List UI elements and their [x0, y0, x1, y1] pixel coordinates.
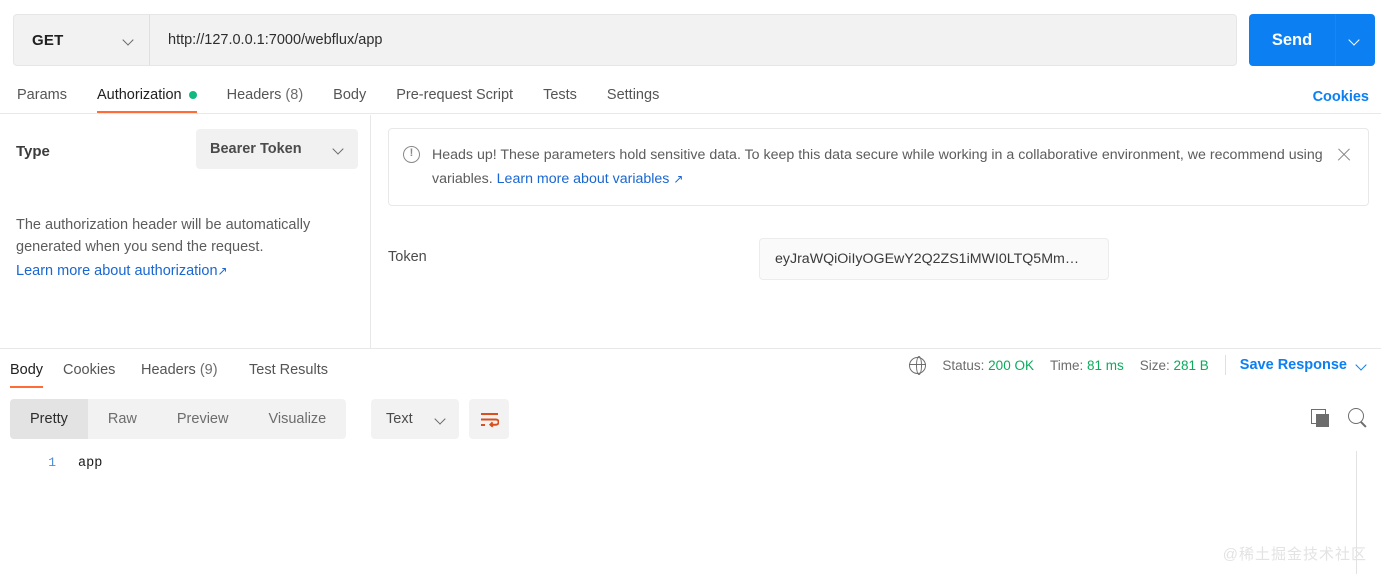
code-line: 1 app — [0, 455, 102, 471]
copy-icon[interactable] — [1311, 408, 1330, 428]
learn-more-authorization-link[interactable]: Learn more about authorization↗ — [16, 260, 228, 282]
tab-pre-request-script[interactable]: Pre-request Script — [381, 77, 528, 113]
tab-label: Cookies — [63, 362, 116, 378]
time-value: 81 ms — [1086, 357, 1124, 373]
response-status-group: Status: 200 OK Time: 81 ms Size: 281 B S… — [909, 355, 1368, 376]
status-dot-icon — [188, 91, 197, 99]
status-badge: Status: 200 OK — [942, 358, 1034, 373]
auth-type-value: Bearer Token — [210, 141, 302, 157]
response-tab-bar: Body Cookies Headers (9) Test Results St… — [0, 352, 1381, 388]
search-icon[interactable] — [1348, 408, 1368, 428]
word-wrap-toggle[interactable] — [469, 399, 509, 439]
save-response-label: Save Response — [1239, 357, 1347, 373]
line-number: 1 — [48, 455, 56, 470]
tab-label: Settings — [606, 87, 660, 103]
chevron-down-icon — [124, 35, 135, 46]
word-wrap-icon — [480, 412, 499, 428]
token-input[interactable]: eyJraWQiOiIyOGEwY2Q2ZS1iMWI0LTQ5Mm… — [759, 238, 1109, 280]
request-url-input[interactable]: http://127.0.0.1:7000/webflux/app — [150, 15, 1236, 65]
response-view-segmented-control: Pretty Raw Preview Visualize — [10, 399, 347, 439]
auth-type-label: Type — [16, 143, 50, 160]
view-pretty-button[interactable]: Pretty — [10, 399, 88, 439]
banner-message: Heads up! These parameters hold sensitiv… — [432, 143, 1334, 191]
size-label: Size: — [1139, 357, 1170, 373]
view-visualize-button[interactable]: Visualize — [248, 399, 346, 439]
close-icon[interactable] — [1334, 145, 1354, 165]
tab-label: Tests — [543, 87, 577, 103]
status-value: 200 OK — [988, 357, 1034, 373]
tab-headers[interactable]: Headers (8) — [212, 77, 319, 113]
view-raw-button[interactable]: Raw — [88, 399, 157, 439]
authorization-type-section: Type Bearer Token The authorization head… — [0, 115, 370, 348]
postman-request-response-view: GET http://127.0.0.1:7000/webflux/app Se… — [0, 0, 1381, 574]
tab-label: Body — [333, 87, 367, 103]
http-method-select[interactable]: GET — [14, 15, 150, 65]
http-method-label: GET — [32, 31, 64, 49]
size-value: 281 B — [1173, 357, 1209, 373]
tab-badge: (8) — [285, 87, 304, 103]
learn-more-variables-link[interactable]: Learn more about variables ↗ — [497, 171, 684, 187]
tab-label: Authorization — [96, 87, 182, 103]
external-link-icon: ↗ — [217, 264, 228, 278]
section-horizontal-divider — [0, 348, 1381, 349]
external-link-icon: ↗ — [673, 172, 684, 186]
auth-type-select[interactable]: Bearer Token — [196, 129, 358, 169]
status-divider — [1224, 355, 1226, 375]
token-label: Token — [388, 249, 427, 265]
chevron-down-icon — [1357, 360, 1368, 371]
tab-badge: (9) — [199, 362, 218, 378]
save-response-button[interactable]: Save Response — [1240, 357, 1368, 373]
cookies-link[interactable]: Cookies — [1313, 89, 1369, 105]
chevron-down-icon — [1350, 35, 1361, 46]
watermark: @稀土掘金技术社区 — [1222, 546, 1367, 563]
sensitive-data-banner: Heads up! These parameters hold sensitiv… — [388, 128, 1369, 206]
alert-circle-icon — [403, 145, 420, 163]
time-badge: Time: 81 ms — [1050, 358, 1124, 373]
time-label: Time: — [1049, 357, 1084, 373]
status-label: Status: — [942, 357, 985, 373]
view-preview-button[interactable]: Preview — [157, 399, 249, 439]
globe-icon — [909, 356, 927, 376]
response-tab-body[interactable]: Body — [10, 352, 44, 388]
request-tab-bar: Params Authorization Headers (8) Body Pr… — [0, 78, 1381, 114]
send-button[interactable]: Send — [1249, 14, 1336, 66]
tab-authorization[interactable]: Authorization — [82, 77, 212, 113]
response-tab-cookies[interactable]: Cookies — [63, 352, 115, 388]
tab-label: Test Results — [249, 362, 328, 378]
tab-body[interactable]: Body — [318, 77, 381, 113]
response-format-value: Text — [386, 411, 413, 427]
tab-label: Headers — [141, 362, 196, 378]
tab-label: Params — [17, 87, 67, 103]
tab-params[interactable]: Params — [2, 77, 82, 113]
auth-description: The authorization header will be automat… — [16, 214, 352, 282]
line-text: app — [78, 456, 103, 471]
learn-more-authorization-label: Learn more about authorization — [16, 263, 218, 279]
auth-type-row: Type Bearer Token — [16, 129, 358, 169]
tab-tests[interactable]: Tests — [528, 77, 592, 113]
request-url-bar: GET http://127.0.0.1:7000/webflux/app — [13, 14, 1237, 66]
tab-label: Body — [10, 362, 44, 378]
auth-description-text: The authorization header will be automat… — [16, 217, 311, 255]
response-tab-test-results[interactable]: Test Results — [249, 352, 328, 388]
tab-label: Pre-request Script — [396, 87, 514, 103]
send-options-button[interactable] — [1336, 14, 1375, 66]
response-format-select[interactable]: Text — [371, 399, 459, 439]
token-row: Token eyJraWQiOiIyOGEwY2Q2ZS1iMWI0LTQ5Mm… — [388, 238, 1369, 280]
response-tab-headers[interactable]: Headers (9) — [141, 352, 218, 388]
tab-settings[interactable]: Settings — [592, 77, 674, 113]
chevron-down-icon — [436, 414, 447, 425]
body-actions — [1311, 408, 1368, 428]
send-button-group: Send — [1249, 14, 1375, 66]
chevron-down-icon — [334, 144, 345, 155]
panel-vertical-divider — [370, 115, 371, 348]
response-body-content[interactable]: 1 app — [0, 443, 1381, 574]
response-body-toolbar: Pretty Raw Preview Visualize Text — [0, 399, 1381, 441]
tab-label: Headers — [226, 87, 282, 103]
size-badge: Size: 281 B — [1140, 358, 1209, 373]
learn-more-variables-label: Learn more about variables — [496, 171, 670, 187]
